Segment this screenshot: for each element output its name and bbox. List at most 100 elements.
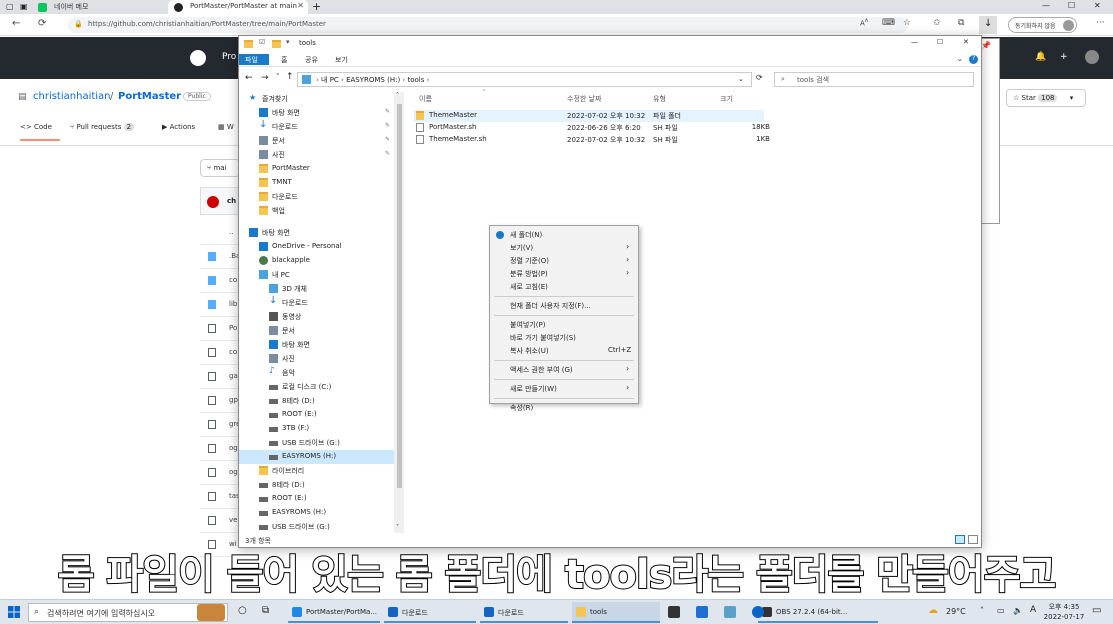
download-button[interactable]: ↓ (979, 16, 997, 34)
nav-item[interactable]: PortMaster (239, 162, 399, 176)
column-header-size[interactable]: 크기 (720, 94, 733, 104)
branch-selector[interactable]: ⑂ mai (200, 159, 240, 177)
nav-item[interactable]: USB 드라이브 (G:) (239, 436, 399, 450)
close-icon[interactable]: ✕ (1094, 1, 1101, 10)
nav-item[interactable]: 3TB (F:) (239, 422, 399, 436)
nav-item[interactable]: 문서 (239, 324, 399, 338)
back-icon[interactable]: ← (12, 18, 20, 29)
favorites-icon[interactable]: ✩ (933, 18, 941, 28)
nav-item[interactable]: 내 PC (239, 268, 399, 282)
scrollbar-thumb[interactable] (397, 104, 402, 488)
repo-name-link[interactable]: PortMaster (118, 91, 181, 102)
forward-icon[interactable]: → (261, 73, 269, 83)
path-bar[interactable]: › 내 PC › EASYROMS (H:) › tools › ⌄ (297, 72, 752, 87)
nav-item[interactable]: ↓ 다운로드 ✎ (239, 119, 399, 134)
file-name[interactable]: Po (229, 324, 237, 332)
chevron-down-icon[interactable]: ⌄ (738, 75, 744, 83)
properties-icon[interactable]: ☑ (259, 38, 265, 46)
file-name[interactable]: co (229, 276, 237, 284)
tab-actions-icon[interactable]: ▢ (6, 2, 14, 11)
nav-item[interactable]: 다운로드 (239, 190, 399, 204)
photos-icon[interactable] (724, 606, 736, 618)
close-tab-icon[interactable]: ✕ (297, 1, 304, 10)
file-name[interactable]: co (229, 348, 237, 356)
nav-item[interactable]: ♪ 음악 (239, 366, 399, 380)
nav-item[interactable]: 8테라 (D:) (239, 478, 399, 492)
network-icon[interactable]: ▭ (997, 606, 1005, 615)
file-name[interactable]: wi (229, 540, 237, 548)
breadcrumb[interactable]: 내 PC (321, 76, 339, 84)
scroll-up-icon[interactable]: ˄ (396, 92, 399, 99)
clock-date[interactable]: 2022-07-17 (1043, 613, 1085, 621)
tab-actions[interactable]: ▶ Actions (162, 123, 195, 131)
menu-item[interactable]: 정렬 기준(O) › (490, 255, 638, 267)
minimize-icon[interactable]: — (911, 38, 918, 46)
taskbar-app-button[interactable]: OBS 27.2.4 (64-bit... (758, 602, 878, 623)
minimize-icon[interactable]: — (1042, 1, 1050, 10)
nav-item[interactable]: EASYROMS (H:) (239, 506, 399, 520)
nav-item[interactable]: 8테라 (D:) (239, 394, 399, 408)
taskbar-app-button[interactable]: tools (572, 602, 660, 623)
tray-chevron-icon[interactable]: ˄ (980, 606, 984, 615)
nav-item[interactable]: ↓ 다운로드 (239, 295, 399, 310)
nav-item[interactable]: 백업 (239, 204, 399, 218)
list-item[interactable]: ThemeMaster 2022-07-02 오후 10:32 파일 폴더 (414, 110, 764, 122)
notifications-icon[interactable]: 🔔 (1035, 52, 1046, 62)
clock-time[interactable]: 오후 4:35 (1045, 602, 1083, 612)
large-icons-view-icon[interactable] (968, 535, 978, 544)
new-folder-icon[interactable] (272, 40, 281, 48)
nav-item[interactable]: ★ 즐겨찾기 (239, 92, 399, 106)
github-logo-icon[interactable] (190, 50, 206, 66)
taskbar-app-button[interactable]: PortMaster/PortMa... (288, 602, 380, 623)
nav-item[interactable]: 바탕 화면 ✎ (239, 106, 399, 120)
file-name[interactable]: lib (229, 300, 237, 308)
chevron-down-icon[interactable]: ▾ (1070, 94, 1074, 102)
ime-indicator[interactable]: A (1030, 605, 1036, 615)
volume-icon[interactable]: 🔈 (1013, 606, 1023, 615)
tab-portmaster[interactable]: PortMaster/PortMaster at main ✕ (168, 0, 308, 14)
file-name[interactable]: og (229, 444, 238, 452)
translate-icon[interactable]: ⌨ (882, 18, 895, 28)
plus-icon[interactable]: + (1060, 52, 1068, 62)
breadcrumb[interactable]: EASYROMS (H:) (346, 76, 400, 84)
column-header-name[interactable]: 이름 (419, 94, 432, 104)
collections-icon[interactable]: ⧉ (958, 18, 964, 28)
nav-item[interactable]: 바탕 화면 (239, 226, 399, 240)
menu-item[interactable]: 바로 가기 붙여넣기(S) (490, 332, 638, 344)
list-item[interactable]: ThemeMaster.sh 2022-07-02 오후 10:32 SH 파일 1K… (414, 134, 770, 146)
file-name[interactable]: ga (229, 372, 238, 380)
nav-item[interactable]: 바탕 화면 (239, 338, 399, 352)
taskbar-app-button[interactable]: 다운로드 (480, 602, 568, 623)
taskbar-app-button[interactable]: 다운로드 (384, 602, 476, 623)
task-view-icon[interactable]: ⧉ (262, 605, 269, 616)
nav-item[interactable]: blackapple (239, 254, 399, 268)
qat-chevron-icon[interactable]: ▾ (286, 38, 290, 46)
column-header-type[interactable]: 유형 (653, 94, 666, 104)
details-view-icon[interactable] (955, 535, 965, 544)
nav-item[interactable]: OneDrive - Personal (239, 240, 399, 254)
tab-pull-requests[interactable]: ⑂ Pull requests 2 (70, 123, 135, 131)
recent-chevron-icon[interactable]: ˅ (276, 73, 280, 81)
ribbon-expand-icon[interactable]: ⌄ (957, 55, 963, 63)
notification-icon[interactable]: ▭ (1092, 605, 1101, 616)
pin-icon[interactable]: 📌 (981, 41, 991, 50)
file-name[interactable]: og (229, 468, 238, 476)
menu-item[interactable]: 복사 취소(U) Ctrl+Z (490, 345, 638, 357)
menu-item[interactable]: 현재 폴더 사용자 지정(F)... (490, 300, 638, 312)
avatar[interactable] (1085, 50, 1099, 64)
tab-home[interactable]: 홈 (275, 54, 293, 65)
calculator-icon[interactable] (668, 606, 680, 618)
windows-start-icon[interactable] (8, 606, 20, 618)
search-input[interactable]: ⌕ tools 검색 (774, 72, 974, 87)
menu-item[interactable]: 새 폴더(N) (490, 229, 638, 241)
menu-item[interactable]: 보기(V) › (490, 242, 638, 254)
refresh-icon[interactable]: ⟳ (38, 18, 46, 29)
maximize-icon[interactable]: ☐ (1068, 1, 1075, 10)
weather-temp[interactable]: 29°C (946, 607, 966, 616)
nav-item[interactable]: 동영상 (239, 310, 399, 324)
app-icon[interactable] (752, 606, 764, 618)
tab-wiki[interactable]: ▦ W (218, 123, 234, 131)
menu-item[interactable]: 새로 만들기(W) › (490, 383, 638, 395)
refresh-icon[interactable]: ⟳ (756, 73, 763, 82)
new-tab-button[interactable]: + (312, 0, 321, 13)
